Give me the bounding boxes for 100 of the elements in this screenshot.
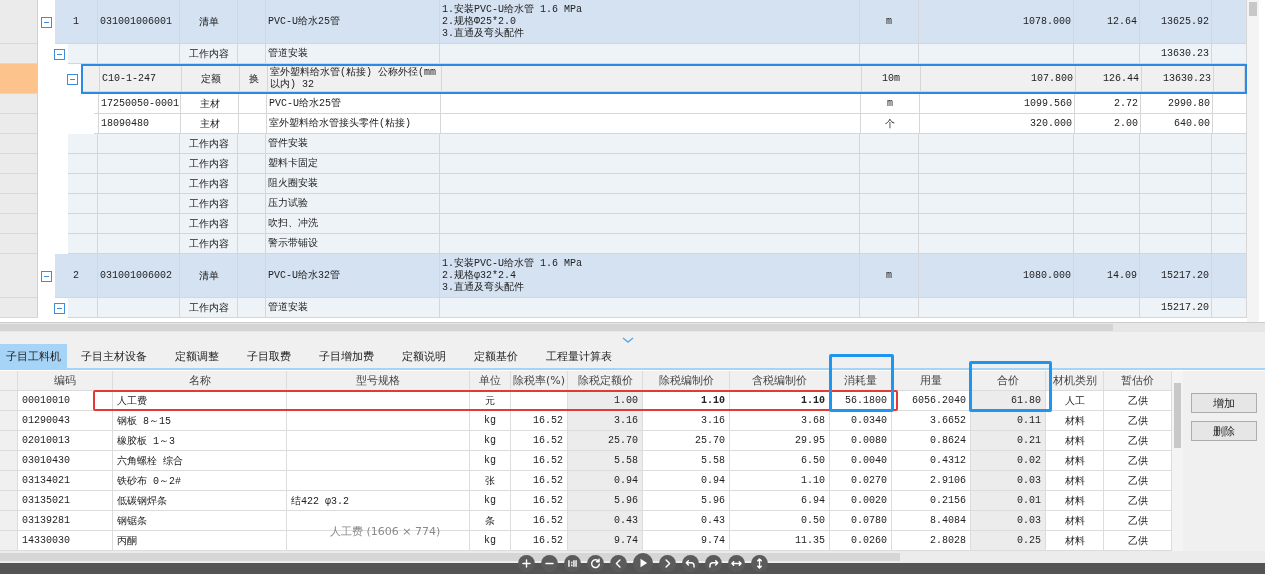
scrollbar[interactable] — [1172, 371, 1183, 551]
table-cell: kg — [470, 491, 511, 511]
table-cell: 6056.2040 — [892, 391, 971, 411]
row-header[interactable] — [0, 491, 18, 511]
chevron-icon[interactable] — [622, 337, 634, 344]
scrollbar[interactable] — [0, 322, 1265, 332]
row-header[interactable] — [0, 44, 38, 64]
row-header[interactable] — [0, 411, 18, 431]
row-header[interactable] — [0, 471, 18, 491]
table-cell: 13630.23 — [1142, 66, 1214, 92]
table-cell: 5.96 — [568, 491, 643, 511]
table-cell: 换 — [240, 66, 268, 92]
table-cell: 张 — [470, 471, 511, 491]
tab[interactable]: 工程量计算表 — [532, 344, 626, 368]
table-cell — [1074, 298, 1140, 318]
previous-icon[interactable] — [610, 554, 627, 572]
column-header[interactable]: 除税率(%) — [511, 371, 568, 391]
vertical-arrows-icon[interactable] — [751, 554, 768, 572]
table-row[interactable]: 工作内容 管件安装 — [68, 134, 1247, 154]
column-header[interactable]: 材机类别 — [1046, 371, 1104, 391]
table-cell: 六角螺栓 综合 — [113, 451, 287, 471]
row-header[interactable] — [0, 114, 38, 134]
tab[interactable]: 定额说明 — [388, 344, 460, 368]
zoom-in-icon[interactable] — [518, 554, 535, 572]
scrollbar[interactable] — [1247, 0, 1259, 322]
table-row[interactable]: 工作内容 压力试验 — [68, 194, 1247, 214]
horizontal-arrows-icon[interactable] — [728, 554, 745, 572]
table-cell: 1.10 — [730, 471, 830, 491]
rotate-right-icon[interactable] — [705, 554, 722, 572]
zoom-out-icon[interactable] — [541, 554, 558, 572]
row-header[interactable] — [0, 194, 38, 214]
row-header[interactable] — [0, 511, 18, 531]
row-header[interactable] — [0, 134, 38, 154]
table-cell: 01290043 — [18, 411, 113, 431]
tab[interactable]: 定额调整 — [161, 344, 233, 368]
table-cell: 25.70 — [568, 431, 643, 451]
table-cell: 56.1800 — [830, 391, 892, 411]
column-header[interactable]: 型号规格 — [287, 371, 470, 391]
play-icon[interactable] — [633, 553, 653, 573]
collapse-toggle[interactable] — [54, 302, 65, 314]
table-row[interactable]: 工作内容 阻火圈安装 — [68, 174, 1247, 194]
side-button[interactable]: 增加 — [1191, 393, 1257, 413]
table-row[interactable]: 18090480 主材 室外塑料给水管接头零件(粘接) 个 320.000 2.00 640.00 — [94, 114, 1247, 134]
collapse-toggle[interactable] — [54, 48, 65, 60]
column-header[interactable]: 消耗量 — [830, 371, 892, 391]
table-cell: 03010430 — [18, 451, 113, 471]
table-cell — [238, 298, 266, 318]
column-header[interactable]: 编码 — [18, 371, 113, 391]
row-header[interactable] — [0, 431, 18, 451]
table-row[interactable]: 17250050-0001 主材 PVC-U给水25管 m 1099.560 2.72 2990.80 — [94, 94, 1247, 114]
next-icon[interactable] — [659, 554, 676, 572]
table-cell: 橡胶板 1～3 — [113, 431, 287, 451]
table-cell: 03134021 — [18, 471, 113, 491]
rotate-left-icon[interactable] — [682, 554, 699, 572]
row-header[interactable] — [0, 154, 38, 174]
collapse-toggle[interactable] — [41, 270, 52, 282]
table-row[interactable]: 工作内容 警示带铺设 — [68, 234, 1247, 254]
column-header[interactable]: 用量 — [892, 371, 971, 391]
splitter-bar[interactable] — [0, 332, 1265, 344]
collapse-toggle[interactable] — [67, 73, 78, 85]
tab[interactable]: 定额基价 — [460, 344, 532, 368]
scrollbar[interactable] — [0, 551, 1265, 563]
side-button[interactable]: 删除 — [1191, 421, 1257, 441]
row-header[interactable] — [0, 391, 18, 411]
column-header[interactable]: 名称 — [113, 371, 287, 391]
tab[interactable]: 子目取费 — [233, 344, 305, 368]
table-row[interactable]: 工作内容 吹扫、冲洗 — [68, 214, 1247, 234]
table-cell: 材料 — [1046, 471, 1104, 491]
column-header[interactable]: 除税定额价 — [568, 371, 643, 391]
table-row[interactable]: 工作内容 管道安装 15217.20 — [68, 298, 1247, 318]
tab[interactable]: 子目工料机 — [0, 344, 67, 368]
row-header[interactable] — [0, 94, 38, 114]
tab[interactable]: 子目增加费 — [305, 344, 388, 368]
table-cell: 00010010 — [18, 391, 113, 411]
table-row[interactable]: 2 031001006002 清单 PVC-U给水32管 1.安装PVC-U给水管 1.6 MPa 2.规格φ32*2.4 3.直通及弯头配件 m 1080.000 14.09 15217.20 — [55, 254, 1247, 298]
row-header[interactable] — [0, 174, 38, 194]
table-cell: 5.96 — [643, 491, 730, 511]
row-header[interactable] — [0, 214, 38, 234]
row-header[interactable] — [0, 64, 38, 94]
actual-size-icon[interactable] — [564, 554, 581, 572]
column-header[interactable]: 含税编制价 — [730, 371, 830, 391]
table-cell: 0.03 — [971, 511, 1046, 531]
table-row[interactable]: 1 031001006001 清单 PVC-U给水25管 1.安装PVC-U给水管 1.6 MPa 2.规格Φ25*2.0 3.直通及弯头配件 m 1078.000 12.64 13625.92 — [55, 0, 1247, 44]
row-header[interactable] — [0, 234, 38, 254]
table-cell: 10m — [862, 66, 921, 92]
selected-row[interactable]: C10-1-247 定额 换 室外塑料给水管(粘接) 公称外径(mm以内) 32 10m 107.800 126.44 13630.23 — [81, 64, 1247, 94]
row-header[interactable] — [0, 298, 38, 318]
row-header[interactable] — [0, 531, 18, 551]
column-header[interactable]: 除税编制价 — [643, 371, 730, 391]
column-header[interactable]: 单位 — [470, 371, 511, 391]
table-row[interactable]: 工作内容 管道安装 13630.23 — [68, 44, 1247, 64]
collapse-toggle[interactable] — [41, 16, 52, 28]
row-header[interactable] — [0, 451, 18, 471]
table-cell: 钢锯条 — [113, 511, 287, 531]
table-row[interactable]: 工作内容 塑料卡固定 — [68, 154, 1247, 174]
refresh-icon[interactable] — [587, 554, 604, 572]
table-cell: 0.25 — [971, 531, 1046, 551]
tab[interactable]: 子目主材设备 — [67, 344, 161, 368]
table-cell: 3.16 — [568, 411, 643, 431]
table-cell — [83, 66, 100, 92]
